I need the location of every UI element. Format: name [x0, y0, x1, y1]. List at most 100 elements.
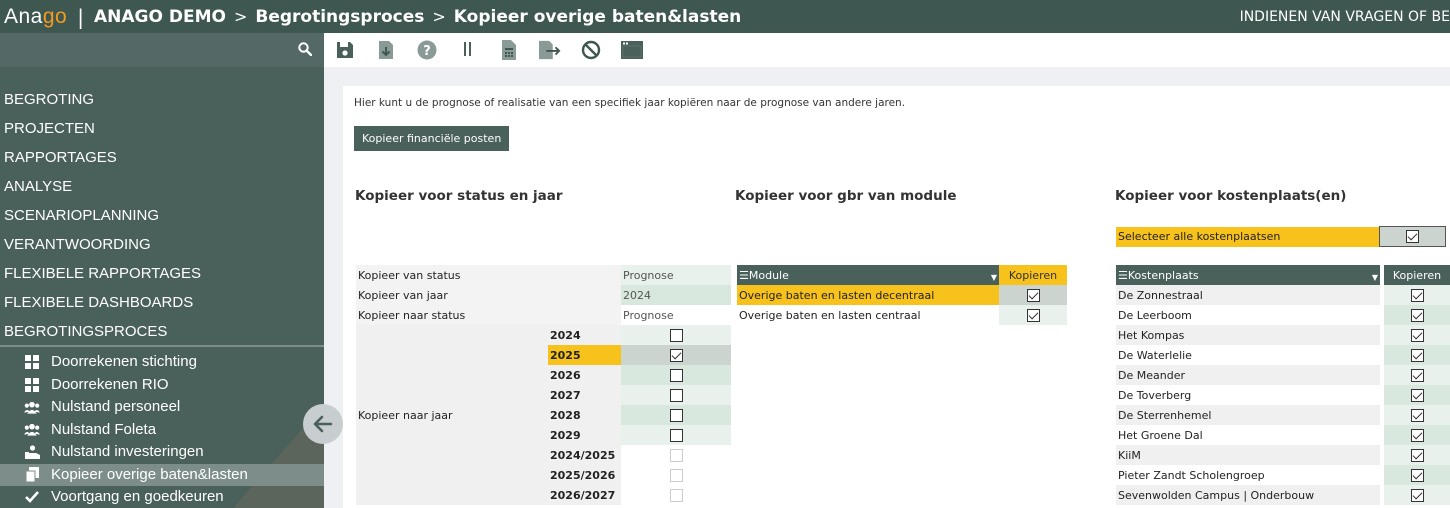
table-row[interactable]: Het Kompas — [1116, 325, 1450, 345]
download-icon[interactable] — [375, 39, 397, 61]
kostenplaats-checkbox[interactable] — [1384, 465, 1450, 485]
sub-item-nulstand-investeringen[interactable]: Nulstand investeringen — [0, 441, 324, 464]
chevron-down-icon[interactable]: ▼ — [991, 273, 997, 282]
table-row[interactable]: De Toverberg — [1116, 385, 1450, 405]
table-row[interactable]: Overige baten en lasten centraal — [737, 305, 1067, 325]
sub-item-doorrekenen-stichting[interactable]: Doorrekenen stichting — [0, 351, 324, 374]
nav-flexibele-dashboards[interactable]: FLEXIBELE DASHBOARDS — [0, 288, 324, 317]
year-checkbox[interactable] — [621, 405, 731, 425]
menu-icon[interactable]: ☰ — [1118, 269, 1128, 282]
checkbox-checked-icon[interactable] — [669, 348, 683, 362]
year-checkbox[interactable] — [621, 345, 731, 365]
from-year-select[interactable]: 2024 — [621, 285, 731, 305]
cancel-icon[interactable] — [580, 39, 602, 61]
table-row[interactable]: De Waterlelie — [1116, 345, 1450, 365]
checkbox-icon[interactable] — [669, 388, 683, 402]
table-row[interactable]: Overige baten en lasten decentraal — [737, 285, 1067, 305]
sub-item-nulstand-foleta[interactable]: Nulstand Foleta — [0, 419, 324, 442]
nav-verantwoording[interactable]: VERANTWOORDING — [0, 230, 324, 259]
checkbox-checked-icon[interactable] — [1410, 288, 1424, 302]
checkbox-checked-icon[interactable] — [1410, 468, 1424, 482]
checkbox-checked-icon[interactable] — [1026, 308, 1040, 322]
checkbox-icon[interactable] — [669, 328, 683, 342]
kostenplaats-checkbox[interactable] — [1384, 285, 1450, 305]
collapse-sidebar-button[interactable] — [303, 404, 343, 444]
nav-flexibele-rapportages[interactable]: FLEXIBELE RAPPORTAGES — [0, 259, 324, 288]
checkbox-checked-icon[interactable] — [1410, 488, 1424, 502]
select-all-checkbox[interactable] — [1379, 226, 1446, 247]
kostenplaats-checkbox[interactable] — [1384, 325, 1450, 345]
copy-financial-posts-button[interactable]: Kopieer financiële posten — [354, 126, 510, 151]
support-link[interactable]: INDIENEN VAN VRAGEN OF BE — [1240, 9, 1450, 25]
nav-begrotingsproces[interactable]: BEGROTINGSPROCES — [0, 317, 324, 346]
search-icon[interactable] — [298, 42, 312, 56]
table-row[interactable]: Sevenwolden Campus | Onderbouw — [1116, 485, 1450, 505]
table-row[interactable]: De Sterrenhemel — [1116, 405, 1450, 425]
kostenplaats-checkbox[interactable] — [1384, 485, 1450, 505]
checkbox-checked-icon[interactable] — [1410, 348, 1424, 362]
breadcrumb-root[interactable]: ANAGO DEMO — [94, 7, 226, 27]
pause-icon[interactable] — [457, 39, 479, 61]
table-row[interactable]: De Zonnestraal — [1116, 285, 1450, 305]
sub-item-voortgang-goedkeuren[interactable]: Voortgang en goedkeuren — [0, 486, 324, 508]
save-icon[interactable] — [334, 39, 356, 61]
module-checkbox[interactable] — [999, 285, 1067, 305]
to-status-select[interactable]: Prognose — [621, 305, 731, 325]
breadcrumb-current: Kopieer overige baten&lasten — [453, 6, 742, 27]
checkbox-checked-icon[interactable] — [1026, 288, 1040, 302]
from-status-select[interactable]: Prognose — [621, 265, 731, 285]
year-checkbox[interactable] — [621, 385, 731, 405]
calculator-icon[interactable] — [498, 39, 520, 61]
sub-item-doorrekenen-rio[interactable]: Doorrekenen RIO — [0, 374, 324, 397]
chevron-down-icon[interactable]: ▼ — [1372, 273, 1378, 282]
sub-item-kopieer-overige-baten-lasten[interactable]: Kopieer overige baten&lasten — [0, 463, 324, 486]
breadcrumb-arrow: > — [432, 7, 446, 26]
year-checkbox[interactable] — [621, 365, 731, 385]
checkbox-icon[interactable] — [669, 368, 683, 382]
export-icon[interactable] — [539, 39, 561, 61]
checkbox-checked-icon[interactable] — [1410, 448, 1424, 462]
checkbox-checked-icon[interactable] — [1410, 428, 1424, 442]
sub-item-label: Nulstand investeringen — [51, 443, 204, 460]
checkbox-checked-icon[interactable] — [1410, 308, 1424, 322]
table-row[interactable]: KiiM — [1116, 445, 1450, 465]
checkbox-checked-icon[interactable] — [1410, 328, 1424, 342]
window-icon[interactable] — [621, 39, 643, 61]
nav-analyse[interactable]: ANALYSE — [0, 172, 324, 201]
checkbox-checked-icon[interactable] — [1410, 368, 1424, 382]
year-checkbox[interactable] — [621, 425, 731, 445]
kostenplaats-column-header[interactable]: ☰Kostenplaats ▼ — [1116, 265, 1380, 285]
kostenplaats-checkbox[interactable] — [1384, 405, 1450, 425]
sidebar-search[interactable] — [0, 33, 324, 67]
table-row[interactable]: De Leerboom — [1116, 305, 1450, 325]
kostenplaats-checkbox[interactable] — [1384, 425, 1450, 445]
help-icon[interactable]: ? — [416, 39, 438, 61]
kostenplaats-checkbox[interactable] — [1384, 365, 1450, 385]
nav-rapportages[interactable]: RAPPORTAGES — [0, 143, 324, 172]
kostenplaats-checkbox[interactable] — [1384, 385, 1450, 405]
menu-icon[interactable]: ☰ — [739, 269, 749, 282]
anago-logo[interactable]: Anago — [4, 5, 67, 29]
kostenplaats-checkbox[interactable] — [1384, 445, 1450, 465]
nav-projecten[interactable]: PROJECTEN — [0, 114, 324, 143]
checkbox-checked-icon[interactable] — [1410, 408, 1424, 422]
nav-begroting[interactable]: BEGROTING — [0, 85, 324, 114]
sub-item-label: Nulstand Foleta — [51, 420, 157, 438]
nav-scenarioplanning[interactable]: SCENARIOPLANNING — [0, 201, 324, 230]
module-checkbox[interactable] — [999, 305, 1067, 325]
sub-item-nulstand-personeel[interactable]: Nulstand personeel — [0, 396, 324, 419]
checkbox-checked-icon[interactable] — [1406, 230, 1420, 244]
table-row[interactable]: Het Groene Dal — [1116, 425, 1450, 445]
table-row[interactable]: Pieter Zandt Scholengroep — [1116, 465, 1450, 485]
checkbox-icon[interactable] — [669, 428, 683, 442]
kostenplaats-checkbox[interactable] — [1384, 305, 1450, 325]
table-row[interactable]: De Meander — [1116, 365, 1450, 385]
kostenplaats-label: De Zonnestraal — [1116, 285, 1380, 305]
kostenplaats-checkbox[interactable] — [1384, 345, 1450, 365]
kostenplaats-label: KiiM — [1116, 445, 1380, 465]
year-checkbox[interactable] — [621, 325, 731, 345]
checkbox-checked-icon[interactable] — [1410, 388, 1424, 402]
checkbox-icon[interactable] — [669, 408, 683, 422]
module-column-header[interactable]: ☰Module ▼ — [737, 265, 999, 285]
breadcrumb-begrotingsproces[interactable]: Begrotingsproces — [255, 7, 424, 27]
